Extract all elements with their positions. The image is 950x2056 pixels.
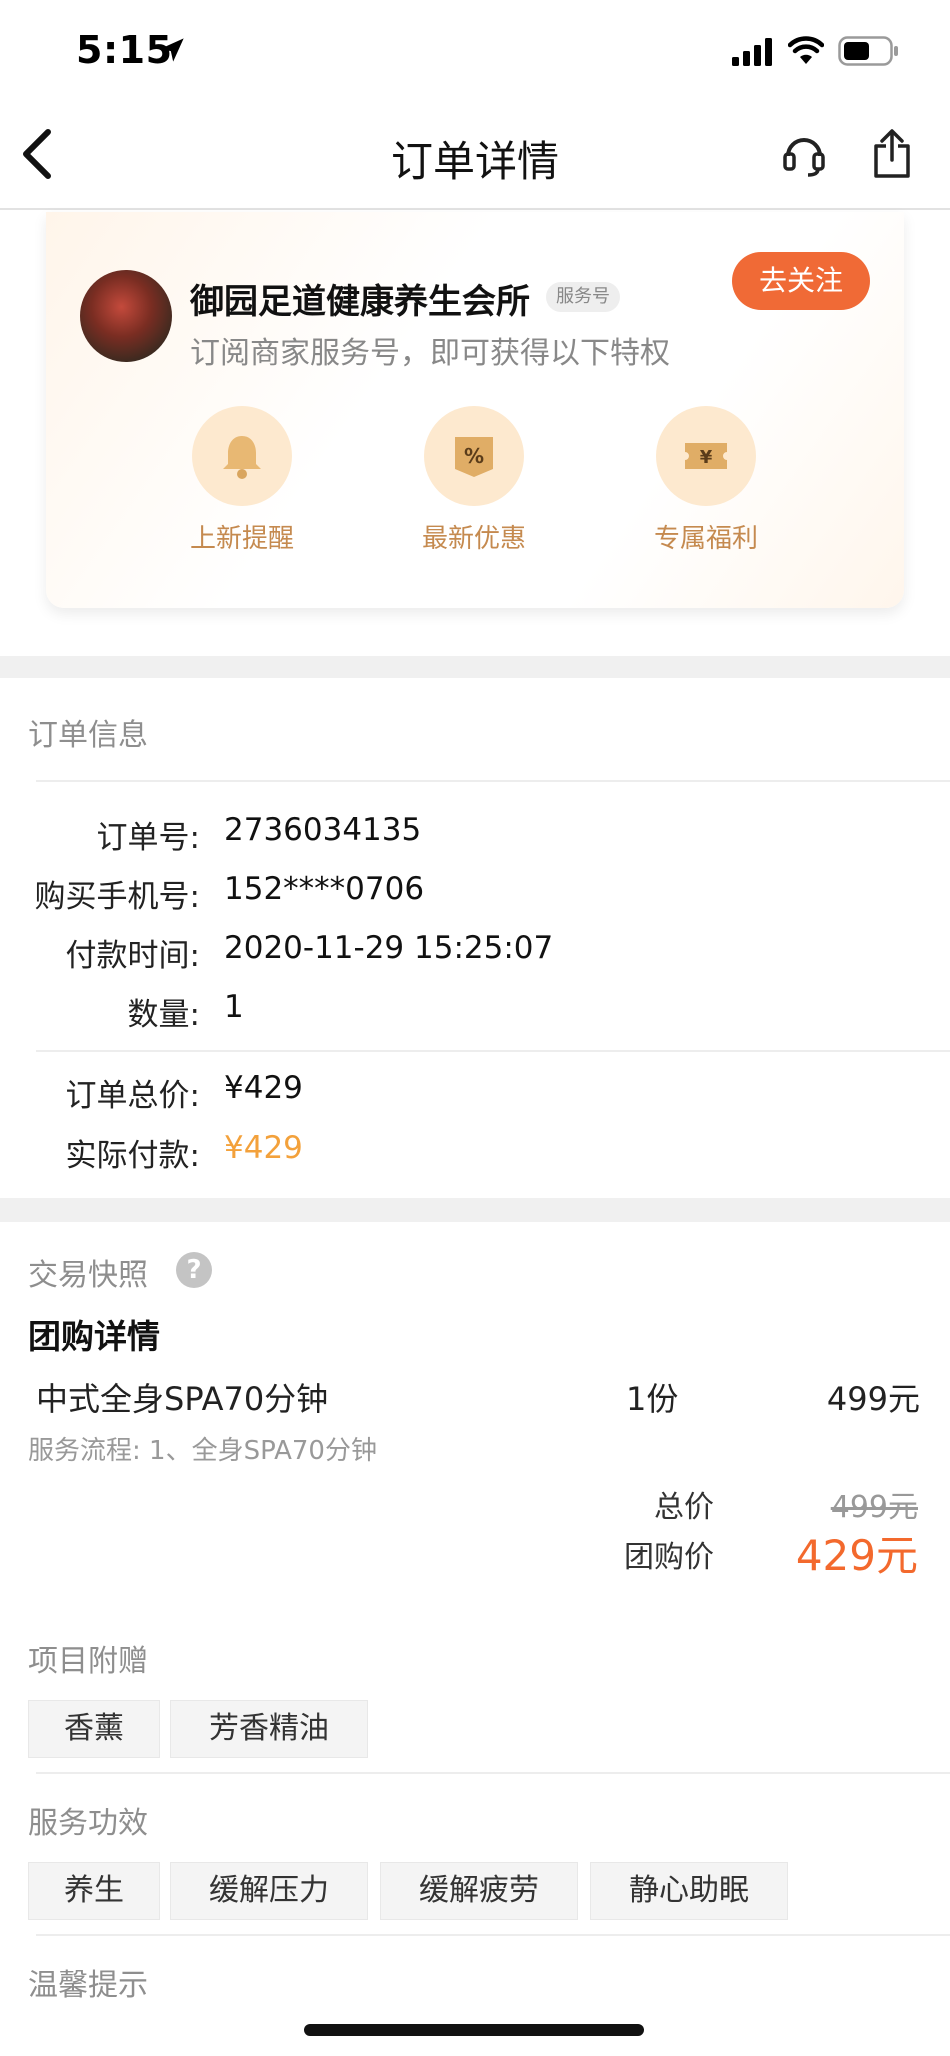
wifi-icon: [788, 36, 824, 64]
divider: [36, 1772, 950, 1774]
effect-tag: 缓解疲劳: [380, 1862, 578, 1920]
effects-title: 服务功效: [28, 1806, 148, 1841]
paid-label: 实际付款:: [65, 1138, 200, 1174]
help-question-icon[interactable]: ?: [176, 1252, 212, 1288]
yen-ticket-icon: ¥: [685, 443, 727, 469]
pay-time-row: 付款时间: 2020-11-29 15:25:07: [0, 930, 950, 974]
item-description: 服务流程: 1、全身SPA70分钟: [28, 1436, 377, 1466]
divider: [36, 780, 950, 782]
shop-avatar[interactable]: [80, 270, 172, 362]
order-total-value: ¥429: [224, 1070, 303, 1106]
shop-name[interactable]: 御园足道健康养生会所: [190, 274, 530, 323]
subscribe-card: 御园足道健康养生会所 服务号 订阅商家服务号，即可获得以下特权 去关注 上新提醒…: [46, 212, 904, 608]
perk-exclusive-benefit[interactable]: ¥ 专属福利: [636, 406, 776, 555]
group-price-value: 429元: [795, 1531, 918, 1580]
share-icon[interactable]: [872, 128, 912, 180]
gift-tag: 芳香精油: [170, 1700, 368, 1758]
order-total-label: 订单总价:: [65, 1078, 200, 1114]
pay-time-label: 付款时间:: [65, 938, 200, 974]
order-info-title: 订单信息: [28, 718, 148, 753]
paid-value: ¥429: [224, 1130, 303, 1166]
phone-value: 152****0706: [224, 871, 425, 907]
order-number-row: 订单号: 2736034135: [0, 812, 950, 856]
item-name: 中式全身SPA70分钟: [36, 1380, 329, 1418]
quantity-label: 数量:: [127, 997, 200, 1033]
svg-text:%: %: [464, 444, 484, 468]
service-account-badge: 服务号: [546, 282, 620, 312]
perk-latest-offer[interactable]: % 最新优惠: [404, 406, 544, 555]
subscribe-subtitle: 订阅商家服务号，即可获得以下特权: [190, 336, 670, 371]
svg-text:¥: ¥: [700, 447, 713, 468]
status-bar: 5:15: [0, 0, 950, 100]
effect-tag: 静心助眠: [590, 1862, 788, 1920]
section-divider: [0, 656, 950, 678]
quantity-row: 数量: 1: [0, 989, 950, 1033]
perk-label: 上新提醒: [189, 524, 294, 554]
customer-service-headset-icon[interactable]: [782, 130, 826, 178]
battery-icon: [838, 36, 898, 66]
section-divider: [0, 1198, 950, 1222]
total-price-value: 499元: [830, 1490, 918, 1525]
pay-time-value: 2020-11-29 15:25:07: [224, 930, 554, 966]
nav-bar: 订单详情: [0, 100, 950, 210]
total-price-label: 总价: [654, 1490, 714, 1525]
percent-icon: %: [455, 437, 493, 477]
item-quantity: 1份: [626, 1380, 679, 1418]
order-total-row: 订单总价: ¥429: [0, 1070, 950, 1114]
order-number-value[interactable]: 2736034135: [224, 812, 421, 848]
cellular-signal-icon: [732, 38, 772, 66]
group-price-label: 团购价: [624, 1540, 714, 1575]
perk-new-arrival[interactable]: 上新提醒: [172, 406, 312, 555]
group-detail-title: 团购详情: [28, 1317, 160, 1356]
perk-label: 专属福利: [653, 524, 758, 554]
bell-icon: [223, 436, 261, 479]
divider: [36, 1050, 950, 1052]
phone-label: 购买手机号:: [34, 879, 200, 915]
subscribe-section: 御园足道健康养生会所 服务号 订阅商家服务号，即可获得以下特权 去关注 上新提醒…: [0, 212, 950, 656]
perk-label: 最新优惠: [421, 524, 526, 554]
follow-button[interactable]: 去关注: [732, 252, 870, 310]
order-number-label: 订单号:: [96, 820, 200, 856]
phone-row: 购买手机号: 152****0706: [0, 871, 950, 915]
snapshot-title: 交易快照: [28, 1258, 148, 1293]
gift-tag: 香薰: [28, 1700, 160, 1758]
gifts-title: 项目附赠: [28, 1644, 148, 1679]
paid-row: 实际付款: ¥429: [0, 1130, 950, 1174]
effect-tag: 缓解压力: [170, 1862, 368, 1920]
effect-tag: 养生: [28, 1862, 160, 1920]
item-price: 499元: [826, 1380, 920, 1418]
quantity-value: 1: [224, 989, 244, 1025]
location-arrow-icon: [160, 38, 184, 62]
tips-title: 温馨提示: [28, 1968, 148, 2003]
divider: [36, 1934, 950, 1936]
home-indicator[interactable]: [304, 2024, 644, 2036]
